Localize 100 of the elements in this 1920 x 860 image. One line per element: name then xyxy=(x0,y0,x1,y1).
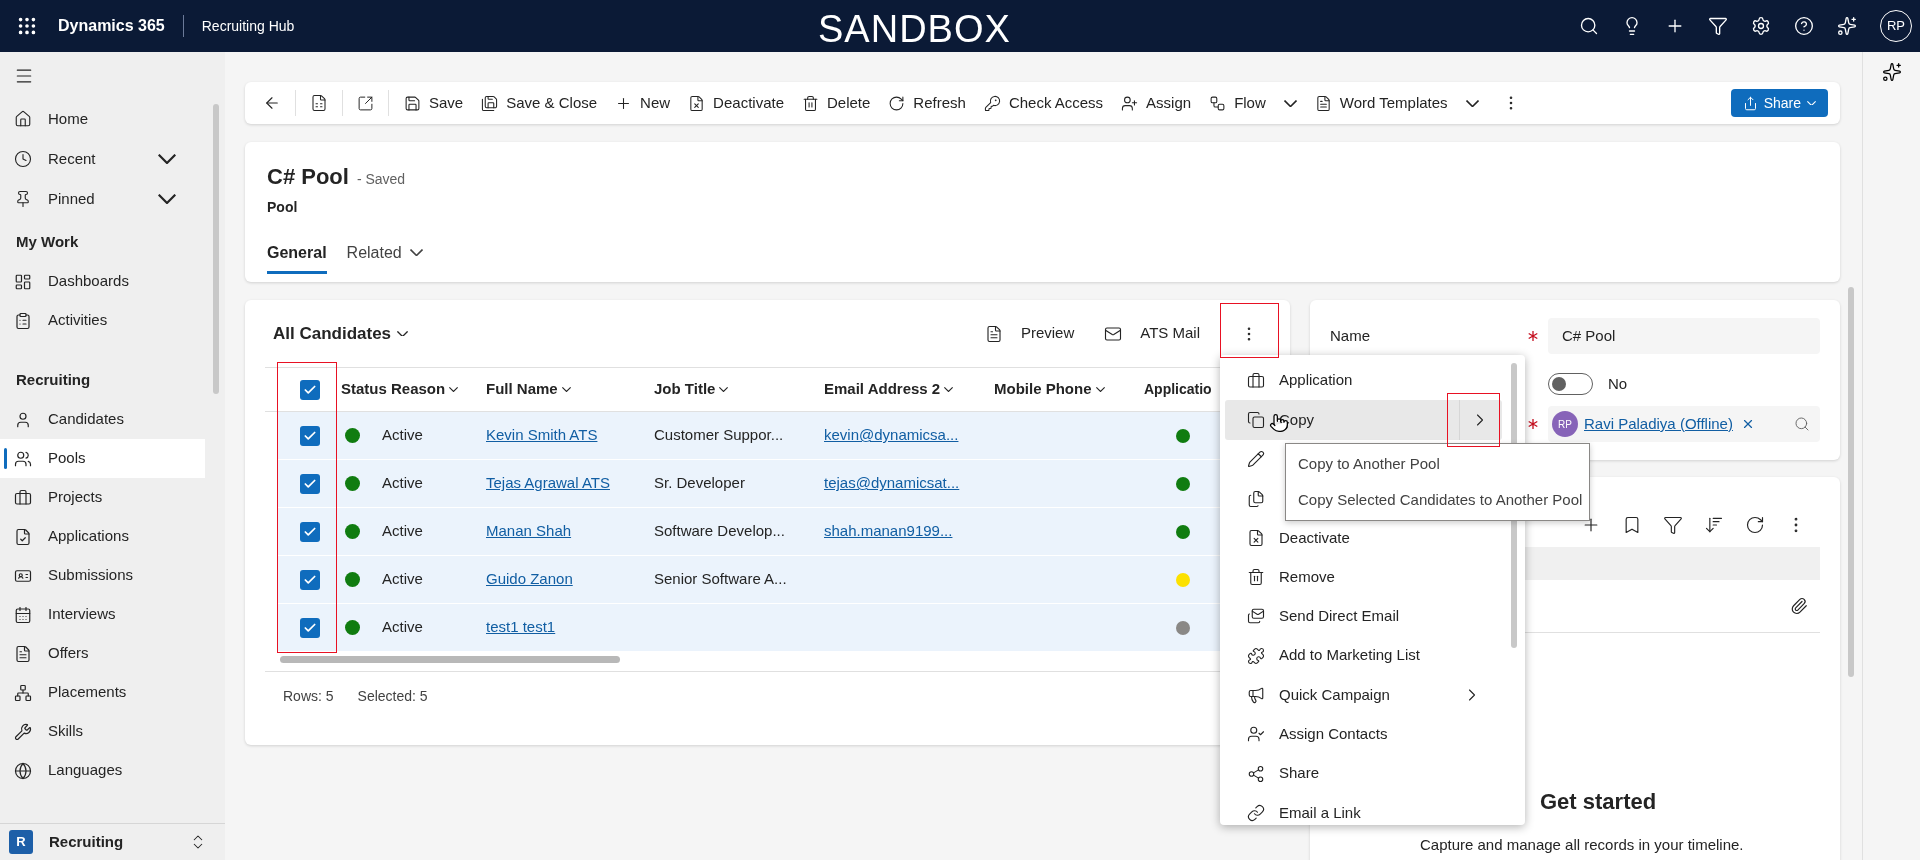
nav-item[interactable]: Languages xyxy=(0,751,205,790)
paperclip-icon[interactable] xyxy=(1790,597,1808,615)
command-button[interactable]: Save xyxy=(395,86,473,120)
column-header[interactable]: Status Reason xyxy=(337,378,482,401)
nav-item[interactable]: Placements xyxy=(0,673,205,712)
nav-item[interactable]: Submissions xyxy=(0,556,205,595)
nav-item[interactable]: Pinned xyxy=(0,179,210,219)
checkbox[interactable] xyxy=(300,379,320,400)
pin-icon xyxy=(14,190,32,208)
app-launcher-icon[interactable] xyxy=(16,15,38,37)
grid-footer-text: Selected: 5 xyxy=(357,687,428,706)
field-label: Name xyxy=(1330,325,1371,346)
command-button[interactable]: New xyxy=(606,86,680,120)
area-switcher[interactable]: R Recruiting xyxy=(0,823,225,860)
checkbox[interactable] xyxy=(300,473,320,494)
name-field[interactable]: C# Pool xyxy=(1548,318,1820,354)
scrollbar[interactable] xyxy=(1848,287,1854,677)
mails-icon xyxy=(1247,607,1265,626)
nav-item[interactable]: Offers xyxy=(0,634,205,673)
command-button[interactable]: Save & Close xyxy=(472,86,607,120)
help-icon[interactable] xyxy=(1794,16,1814,36)
chevron-down-icon[interactable] xyxy=(1095,387,1105,392)
checkbox[interactable] xyxy=(300,425,320,446)
command-button[interactable]: Word Templates xyxy=(1305,86,1488,120)
globe-icon xyxy=(14,761,32,780)
command-button[interactable]: Deactivate xyxy=(679,86,793,120)
chevron-down-icon[interactable] xyxy=(449,387,459,392)
document-icon xyxy=(14,644,32,663)
app-name[interactable]: Dynamics 365 xyxy=(58,14,165,38)
tab[interactable]: Related xyxy=(346,234,423,274)
sort-icon[interactable] xyxy=(1704,515,1724,535)
grid-action-button[interactable]: ATS Mail xyxy=(1104,322,1200,345)
nav-item[interactable]: Applications xyxy=(0,517,205,556)
nav-item[interactable]: Dashboards xyxy=(0,262,205,301)
candidate-link[interactable]: Manan Shah xyxy=(486,522,572,540)
filter-icon[interactable] xyxy=(1663,515,1683,535)
column-header[interactable]: Job Title xyxy=(650,378,820,401)
chevron-down-icon[interactable] xyxy=(397,330,409,337)
share-icon xyxy=(1247,764,1265,783)
chevron-down-icon[interactable] xyxy=(158,154,176,164)
nav-item[interactable]: Projects xyxy=(0,478,205,517)
chevron-down-icon[interactable] xyxy=(1283,99,1297,107)
candidate-link[interactable]: Kevin Smith ATS xyxy=(486,426,598,444)
submenu-item[interactable]: Copy to Another Pool xyxy=(1286,446,1589,482)
checkbox[interactable] xyxy=(300,617,320,638)
timeline-empty-caption: Capture and manage all records in your timeline. xyxy=(1420,835,1745,855)
candidate-link[interactable]: test1 test1 xyxy=(486,618,556,636)
command-button[interactable]: Assign xyxy=(1112,86,1201,120)
chevron-down-icon[interactable] xyxy=(158,194,176,204)
command-button[interactable]: Delete xyxy=(793,86,880,120)
scrollbar[interactable] xyxy=(213,104,219,394)
column-header[interactable]: Email Address 2 xyxy=(820,378,990,401)
search-icon[interactable] xyxy=(1579,16,1599,36)
checkbox[interactable] xyxy=(300,521,320,542)
view-selector[interactable]: All Candidates xyxy=(265,320,409,347)
email-link[interactable]: shah.manan9199... xyxy=(824,522,953,540)
table-cell-text: Active xyxy=(382,521,423,542)
column-header[interactable]: Mobile Phone xyxy=(990,378,1140,401)
nav-item[interactable]: Skills xyxy=(0,712,205,751)
email-link[interactable]: kevin@dynamicsa... xyxy=(824,426,959,444)
document-icon xyxy=(1314,94,1332,112)
nav-item[interactable]: Home xyxy=(0,99,210,139)
pop-out-icon[interactable] xyxy=(357,94,374,112)
settings-icon[interactable] xyxy=(1751,16,1771,36)
nav-item[interactable]: Interviews xyxy=(0,595,205,634)
command-button[interactable]: Flow xyxy=(1200,86,1306,120)
candidate-link[interactable]: Guido Zanon xyxy=(486,570,573,588)
command-button[interactable]: Check Access xyxy=(974,86,1113,120)
chevron-down-icon[interactable] xyxy=(409,249,423,256)
area-name: Recruiting Hub xyxy=(201,16,295,36)
form-icon[interactable] xyxy=(310,94,328,112)
nav-item[interactable]: Candidates xyxy=(0,400,205,439)
candidate-link[interactable]: Tejas Agrawal ATS xyxy=(486,474,610,492)
checkbox[interactable] xyxy=(300,569,320,590)
command-button[interactable]: Refresh xyxy=(879,86,975,120)
refresh-icon[interactable] xyxy=(1745,515,1765,535)
chevron-down-icon[interactable] xyxy=(561,387,571,392)
trash-icon xyxy=(802,94,819,112)
submenu-item[interactable]: Copy Selected Candidates to Another Pool xyxy=(1286,482,1589,518)
nav-item[interactable]: Pools xyxy=(0,439,205,478)
share-icon xyxy=(1742,95,1758,111)
email-link[interactable]: tejas@dynamicsat... xyxy=(824,474,960,492)
nav-item[interactable]: Recent xyxy=(0,139,210,179)
sparkle-icon[interactable] xyxy=(1881,62,1902,82)
chevron-down-icon[interactable] xyxy=(944,387,954,392)
chevron-down-icon[interactable] xyxy=(719,387,729,392)
chevron-down-icon[interactable] xyxy=(1465,99,1479,107)
tab[interactable]: General xyxy=(267,234,327,274)
owner-field[interactable]: RP Ravi Paladiya (Offline) xyxy=(1548,406,1820,442)
share-button[interactable]: Share xyxy=(1730,89,1828,117)
nav-item[interactable]: Activities xyxy=(0,301,205,340)
table-cell: Software Develop... xyxy=(654,522,785,540)
scrollbar[interactable] xyxy=(280,656,620,663)
section-heading: Recruiting xyxy=(15,369,92,390)
network-icon xyxy=(14,683,32,702)
grid-action-button[interactable]: Preview xyxy=(984,322,1075,345)
back-icon[interactable] xyxy=(263,94,281,112)
copy-icon xyxy=(1247,410,1265,429)
column-header[interactable]: Full Name xyxy=(482,378,650,401)
owner-link[interactable]: Ravi Paladiya (Offline) xyxy=(1584,412,1733,436)
